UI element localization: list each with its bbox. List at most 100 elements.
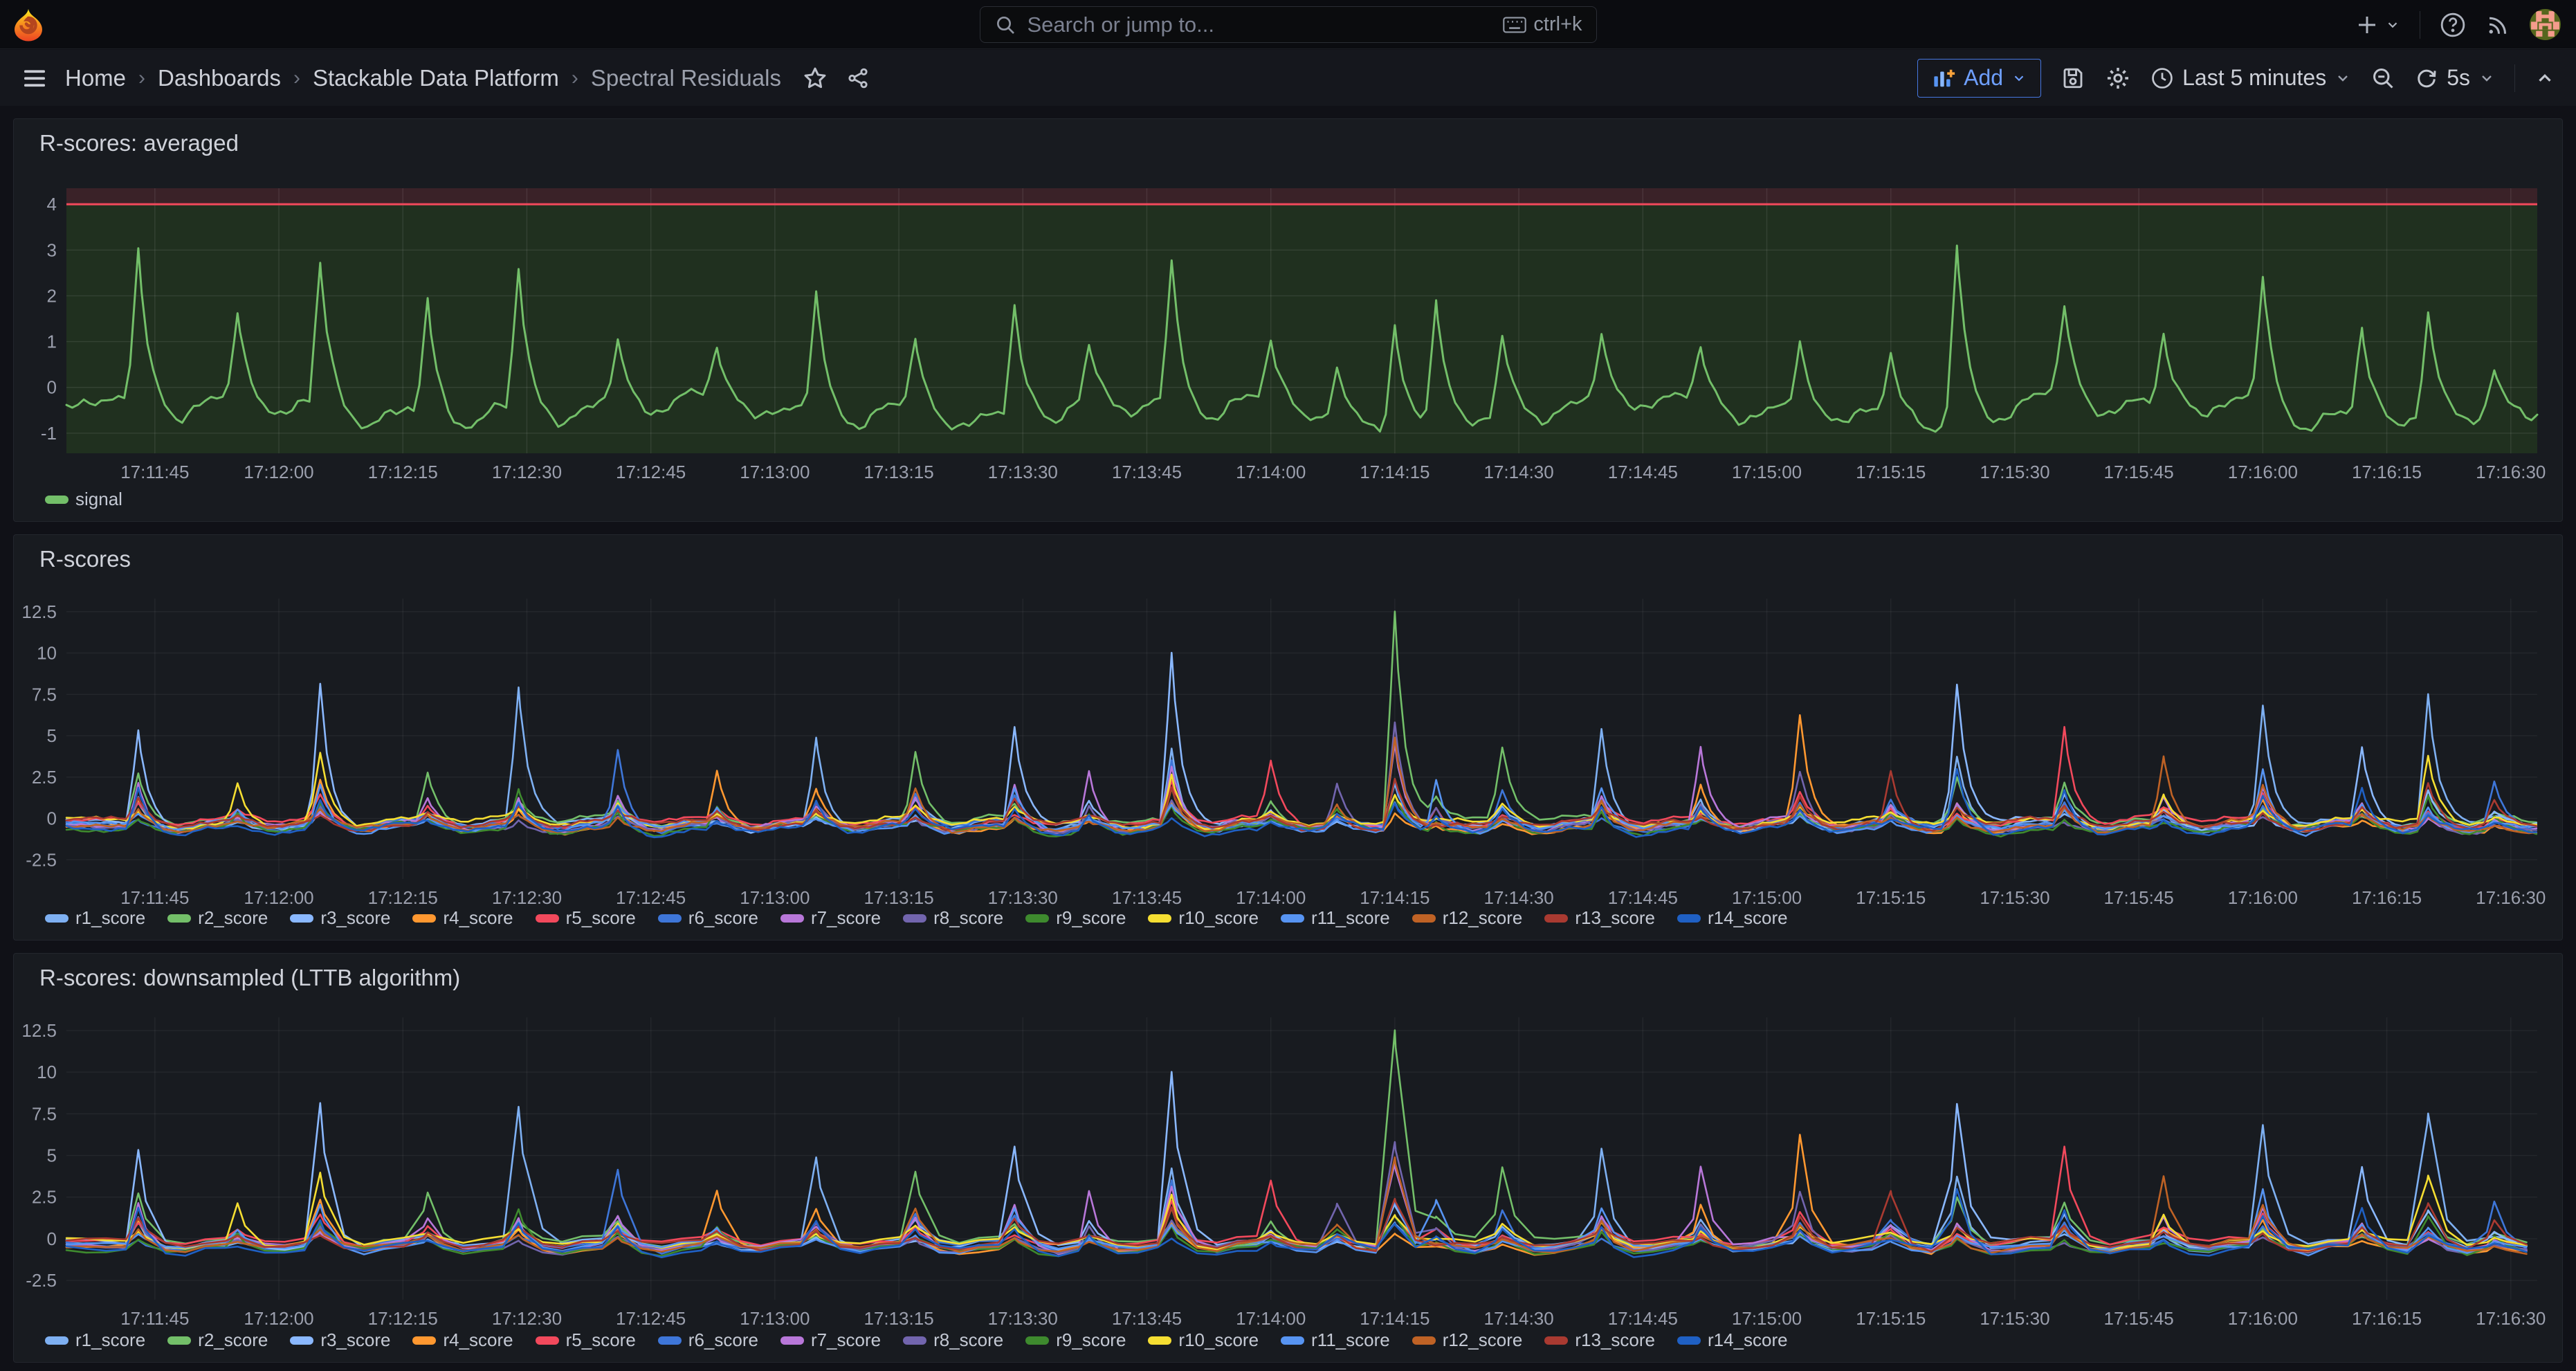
refresh-icon[interactable] <box>2415 66 2438 90</box>
zoom-out-icon[interactable] <box>2371 66 2395 91</box>
svg-text:17:12:00: 17:12:00 <box>244 462 313 482</box>
new-menu-button[interactable] <box>2355 12 2400 37</box>
r-scores-chart[interactable]: 12.5107.552.50-2.517:11:4517:12:0017:12:… <box>14 535 2562 940</box>
share-icon[interactable] <box>846 66 870 90</box>
legend-swatch <box>1677 914 1701 923</box>
legend-item-r6_score[interactable]: r6_score <box>658 907 758 929</box>
legend-swatch <box>658 1336 682 1345</box>
collapse-toolbar-icon[interactable] <box>2534 68 2555 89</box>
legend-item-r9_score[interactable]: r9_score <box>1025 1329 1126 1351</box>
legend-swatch <box>780 914 804 923</box>
legend-item-r3_score[interactable]: r3_score <box>290 907 390 929</box>
breadcrumb-separator: › <box>138 66 145 90</box>
legend-label: r1_score <box>75 907 145 929</box>
svg-text:-1: -1 <box>41 423 57 444</box>
legend-label: r10_score <box>1178 1329 1259 1351</box>
legend-item-r5_score[interactable]: r5_score <box>536 907 636 929</box>
svg-text:17:14:00: 17:14:00 <box>1236 887 1306 908</box>
svg-text:17:13:30: 17:13:30 <box>988 462 1058 482</box>
legend-item-r1_score[interactable]: r1_score <box>45 907 145 929</box>
chevron-down-icon <box>2335 70 2351 87</box>
legend-item-r12_score[interactable]: r12_score <box>1412 907 1523 929</box>
legend-item-r12_score[interactable]: r12_score <box>1412 1329 1523 1351</box>
chevron-down-icon <box>2011 71 2027 86</box>
legend-item-r8_score[interactable]: r8_score <box>903 1329 1003 1351</box>
r-scores-downsampled-chart[interactable]: 12.5107.552.50-2.517:11:4517:12:0017:12:… <box>14 954 2562 1362</box>
news-icon[interactable] <box>2485 12 2510 37</box>
refresh-interval-label[interactable]: 5s <box>2447 65 2470 91</box>
svg-text:17:15:15: 17:15:15 <box>1856 462 1926 482</box>
legend-item-r8_score[interactable]: r8_score <box>903 907 1003 929</box>
help-icon[interactable] <box>2440 12 2466 38</box>
legend-swatch <box>1412 1336 1436 1345</box>
legend-swatch <box>167 914 191 923</box>
legend-item-r11_score[interactable]: r11_score <box>1281 907 1390 929</box>
breadcrumb-folder[interactable]: Stackable Data Platform <box>313 65 559 91</box>
legend-label: r9_score <box>1056 1329 1126 1351</box>
svg-text:4: 4 <box>47 194 57 215</box>
legend-label: r6_score <box>688 907 758 929</box>
svg-text:17:15:30: 17:15:30 <box>1980 1308 2049 1329</box>
legend-swatch <box>1148 914 1171 923</box>
svg-text:17:13:15: 17:13:15 <box>864 887 933 908</box>
svg-text:17:15:15: 17:15:15 <box>1856 887 1926 908</box>
svg-text:17:16:15: 17:16:15 <box>2352 462 2422 482</box>
legend-label: r14_score <box>1708 907 1788 929</box>
grafana-logo[interactable] <box>12 8 44 42</box>
user-avatar[interactable] <box>2530 9 2561 40</box>
legend-item-r14_score[interactable]: r14_score <box>1677 1329 1788 1351</box>
legend-item-r4_score[interactable]: r4_score <box>412 1329 513 1351</box>
svg-text:17:16:30: 17:16:30 <box>2476 462 2546 482</box>
dashboard-toolbar: Home › Dashboards › Stackable Data Platf… <box>0 50 2576 106</box>
svg-text:17:15:45: 17:15:45 <box>2104 1308 2174 1329</box>
legend-label: r13_score <box>1575 907 1655 929</box>
svg-text:17:11:45: 17:11:45 <box>120 462 189 482</box>
mega-menu-icon[interactable] <box>21 64 48 92</box>
legend-item-r7_score[interactable]: r7_score <box>780 1329 881 1351</box>
legend-item-r11_score[interactable]: r11_score <box>1281 1329 1390 1351</box>
add-panel-button[interactable]: Add <box>1917 59 2041 98</box>
svg-text:17:14:15: 17:14:15 <box>1360 462 1429 482</box>
legend-item-r5_score[interactable]: r5_score <box>536 1329 636 1351</box>
save-dashboard-icon[interactable] <box>2061 66 2085 91</box>
dashboard-settings-icon[interactable] <box>2105 65 2131 91</box>
legend-item-r13_score[interactable]: r13_score <box>1544 1329 1655 1351</box>
svg-text:0: 0 <box>47 377 57 398</box>
chevron-down-icon[interactable] <box>2478 70 2495 87</box>
legend-swatch <box>1544 914 1568 923</box>
legend-item-r10_score[interactable]: r10_score <box>1148 907 1259 929</box>
legend-item-r13_score[interactable]: r13_score <box>1544 907 1655 929</box>
panel-title[interactable]: R-scores: downsampled (LTTB algorithm) <box>39 965 460 991</box>
svg-text:17:16:00: 17:16:00 <box>2228 462 2298 482</box>
legend-item-r10_score[interactable]: r10_score <box>1148 1329 1259 1351</box>
legend-item-r3_score[interactable]: r3_score <box>290 1329 390 1351</box>
breadcrumb-dashboards[interactable]: Dashboards <box>158 65 281 91</box>
panel-title[interactable]: R-scores <box>39 546 131 572</box>
time-range-picker[interactable]: Last 5 minutes <box>2150 65 2351 91</box>
search-input[interactable] <box>1027 12 1492 37</box>
legend-swatch <box>1281 914 1304 923</box>
favorite-star-icon[interactable] <box>802 65 828 91</box>
global-search[interactable]: ctrl+k <box>980 6 1597 43</box>
legend-item-r14_score[interactable]: r14_score <box>1677 907 1788 929</box>
legend-item-r1_score[interactable]: r1_score <box>45 1329 145 1351</box>
legend-item-r2_score[interactable]: r2_score <box>167 907 268 929</box>
breadcrumb-home[interactable]: Home <box>65 65 126 91</box>
legend-item-r4_score[interactable]: r4_score <box>412 907 513 929</box>
legend-label: r3_score <box>320 907 390 929</box>
legend-label: r7_score <box>811 1329 881 1351</box>
legend-item-r7_score[interactable]: r7_score <box>780 907 881 929</box>
svg-text:10: 10 <box>37 643 57 664</box>
legend-item-signal[interactable]: signal <box>45 489 122 510</box>
r-scores-averaged-chart[interactable]: 43210-117:11:4517:12:0017:12:1517:12:301… <box>14 119 2562 521</box>
svg-text:17:15:00: 17:15:00 <box>1732 887 1802 908</box>
svg-text:17:16:30: 17:16:30 <box>2476 887 2546 908</box>
svg-text:17:14:15: 17:14:15 <box>1360 887 1429 908</box>
legend-item-r6_score[interactable]: r6_score <box>658 1329 758 1351</box>
legend-label: r5_score <box>566 1329 636 1351</box>
svg-text:17:13:15: 17:13:15 <box>864 1308 933 1329</box>
legend-item-r2_score[interactable]: r2_score <box>167 1329 268 1351</box>
legend-swatch <box>536 914 559 923</box>
panel-title[interactable]: R-scores: averaged <box>39 130 239 156</box>
legend-item-r9_score[interactable]: r9_score <box>1025 907 1126 929</box>
